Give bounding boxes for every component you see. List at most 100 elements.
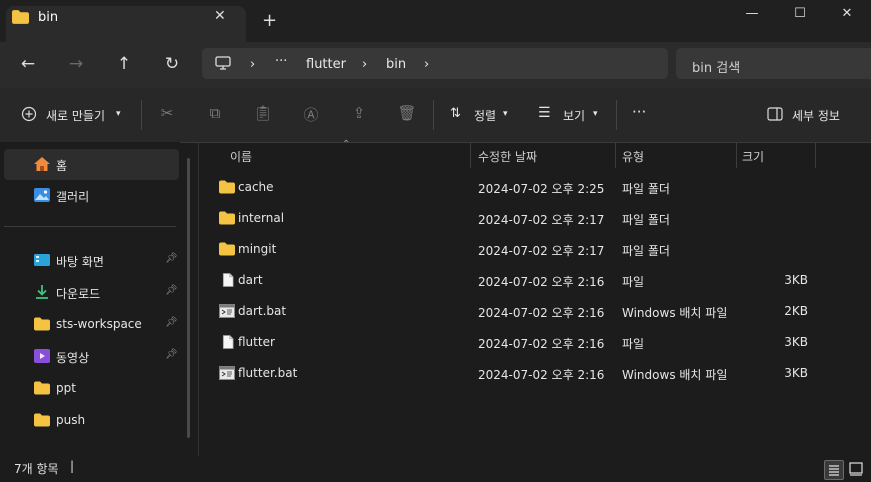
breadcrumb-bin[interactable]: bin xyxy=(386,57,406,72)
folder-icon xyxy=(12,10,29,24)
rename-icon[interactable]: Ⓐ xyxy=(301,104,321,124)
file-size: 2KB xyxy=(784,304,808,318)
details-view-button[interactable] xyxy=(824,460,844,480)
command-bar xyxy=(0,88,871,143)
file-modified: 2024-07-02 오후 2:17 xyxy=(478,213,605,227)
delete-icon[interactable]: 🗑︎ xyxy=(397,104,417,124)
file-type: 파일 폴더 xyxy=(622,182,670,196)
column-header-type[interactable]: 유형 xyxy=(622,148,644,165)
breadcrumb-flutter[interactable]: flutter xyxy=(306,57,346,72)
details-button[interactable]: 세부 정보 xyxy=(792,107,840,124)
table-row[interactable]: flutter.bat 2024-07-02 오후 2:16 Windows 배… xyxy=(206,358,871,389)
table-row[interactable]: internal 2024-07-02 오후 2:17 파일 폴더 xyxy=(206,203,871,234)
view-icon: ☰ xyxy=(538,105,551,121)
sort-icon: ⇅ xyxy=(450,106,461,121)
column-header-size[interactable]: 크기 xyxy=(742,148,764,165)
share-icon[interactable]: ⇪ xyxy=(349,104,369,124)
new-button[interactable]: 새로 만들기 xyxy=(46,107,105,124)
table-row[interactable]: flutter 2024-07-02 오후 2:16 파일 3KB xyxy=(206,327,871,358)
folder-icon xyxy=(34,381,50,395)
column-divider[interactable] xyxy=(736,143,737,168)
column-divider[interactable] xyxy=(615,143,616,168)
file-modified: 2024-07-02 오후 2:16 xyxy=(478,275,605,289)
table-row[interactable]: mingit 2024-07-02 오후 2:17 파일 폴더 xyxy=(206,234,871,265)
file-type: 파일 폴더 xyxy=(622,244,670,258)
sidebar-item-sts-workspace[interactable]: sts-workspace 📌︎ xyxy=(0,309,180,340)
desktop-icon xyxy=(34,254,50,266)
sidebar-item-desktop[interactable]: 바탕 화면 📌︎ xyxy=(0,245,180,276)
refresh-button[interactable]: ↻ xyxy=(158,52,186,76)
sidebar-item-label: sts-workspace xyxy=(56,317,142,331)
maximize-button[interactable]: ☐ xyxy=(777,6,823,26)
sidebar-item-label: 동영상 xyxy=(56,351,90,365)
status-bar xyxy=(0,456,871,481)
thumbnail-view-button[interactable] xyxy=(847,460,865,478)
pin-icon[interactable]: 📌︎ xyxy=(165,253,178,264)
sidebar-item-label: 바탕 화면 xyxy=(56,255,104,269)
view-button[interactable]: 보기 xyxy=(563,107,585,124)
paste-icon[interactable]: 📋︎ xyxy=(253,104,273,124)
table-row[interactable]: cache 2024-07-02 오후 2:25 파일 폴더 xyxy=(206,172,871,203)
folder-icon xyxy=(219,242,235,256)
breadcrumb-separator[interactable]: › xyxy=(424,57,429,72)
sidebar-item-home[interactable]: 홈 xyxy=(0,149,180,180)
new-tab-button[interactable]: + xyxy=(262,12,277,30)
column-header-name[interactable]: 이름 xyxy=(230,148,252,165)
chevron-down-icon: ▾ xyxy=(116,109,121,119)
sidebar-item-videos[interactable]: 동영상 📌︎ xyxy=(0,341,180,372)
chevron-down-icon: ▾ xyxy=(503,109,508,119)
file-modified: 2024-07-02 오후 2:25 xyxy=(478,182,605,196)
sidebar-item-ppt[interactable]: ppt xyxy=(0,373,180,404)
file-size: 3KB xyxy=(784,366,808,380)
home-icon xyxy=(34,157,50,171)
computer-icon xyxy=(215,56,231,70)
pane-divider[interactable] xyxy=(198,142,199,456)
sort-button[interactable]: 정렬 xyxy=(474,107,496,124)
close-window-button[interactable]: ✕ xyxy=(824,6,870,26)
file-modified: 2024-07-02 오후 2:16 xyxy=(478,368,605,382)
sidebar-item-gallery[interactable]: 갤러리 xyxy=(0,180,180,211)
back-button[interactable]: ← xyxy=(14,52,42,76)
column-divider[interactable] xyxy=(470,143,471,168)
table-row[interactable]: dart 2024-07-02 오후 2:16 파일 3KB xyxy=(206,265,871,296)
minimize-button[interactable]: — xyxy=(729,6,775,26)
copy-icon[interactable]: ⧉ xyxy=(205,104,225,124)
column-header-modified[interactable]: 수정한 날짜 xyxy=(478,148,537,165)
gallery-icon xyxy=(34,188,50,202)
sidebar-scrollbar[interactable] xyxy=(187,158,190,438)
item-count: 7개 항목 xyxy=(14,462,59,476)
file-type: 파일 xyxy=(622,275,645,289)
file-modified: 2024-07-02 오후 2:16 xyxy=(478,337,605,351)
pin-icon[interactable]: 📌︎ xyxy=(165,317,178,328)
address-bar[interactable] xyxy=(202,48,668,79)
file-type: 파일 xyxy=(622,337,645,351)
folder-icon xyxy=(34,317,50,331)
search-input[interactable]: bin 검색 xyxy=(692,57,740,76)
file-name: mingit xyxy=(238,242,277,256)
pin-icon[interactable]: 📌︎ xyxy=(165,349,178,360)
sidebar-item-label: 갤러리 xyxy=(56,190,90,204)
forward-button[interactable]: → xyxy=(62,52,90,76)
breadcrumb-overflow[interactable]: ··· xyxy=(275,54,287,69)
sidebar-item-push[interactable]: push xyxy=(0,405,180,436)
file-modified: 2024-07-02 오후 2:17 xyxy=(478,244,605,258)
close-tab-button[interactable]: ✕ xyxy=(214,8,226,24)
table-row[interactable]: dart.bat 2024-07-02 오후 2:16 Windows 배치 파… xyxy=(206,296,871,327)
pin-icon[interactable]: 📌︎ xyxy=(165,285,178,296)
file-modified: 2024-07-02 오후 2:16 xyxy=(478,306,605,320)
cut-icon[interactable]: ✂ xyxy=(157,104,177,124)
folder-icon xyxy=(34,413,50,427)
column-divider[interactable] xyxy=(815,143,816,168)
file-type: Windows 배치 파일 xyxy=(622,306,728,320)
details-view-icon xyxy=(829,465,839,476)
breadcrumb-separator[interactable]: › xyxy=(362,57,367,72)
download-icon xyxy=(36,285,48,299)
status-divider: | xyxy=(70,459,75,473)
sidebar-item-label: 다운로드 xyxy=(56,287,101,301)
sidebar-item-downloads[interactable]: 다운로드 📌︎ xyxy=(0,277,180,308)
batch-file-icon xyxy=(219,304,235,318)
toolbar-divider xyxy=(433,100,434,130)
up-button[interactable]: ↑ xyxy=(110,52,138,76)
breadcrumb-separator[interactable]: › xyxy=(250,57,255,72)
more-button[interactable]: ··· xyxy=(632,103,646,121)
